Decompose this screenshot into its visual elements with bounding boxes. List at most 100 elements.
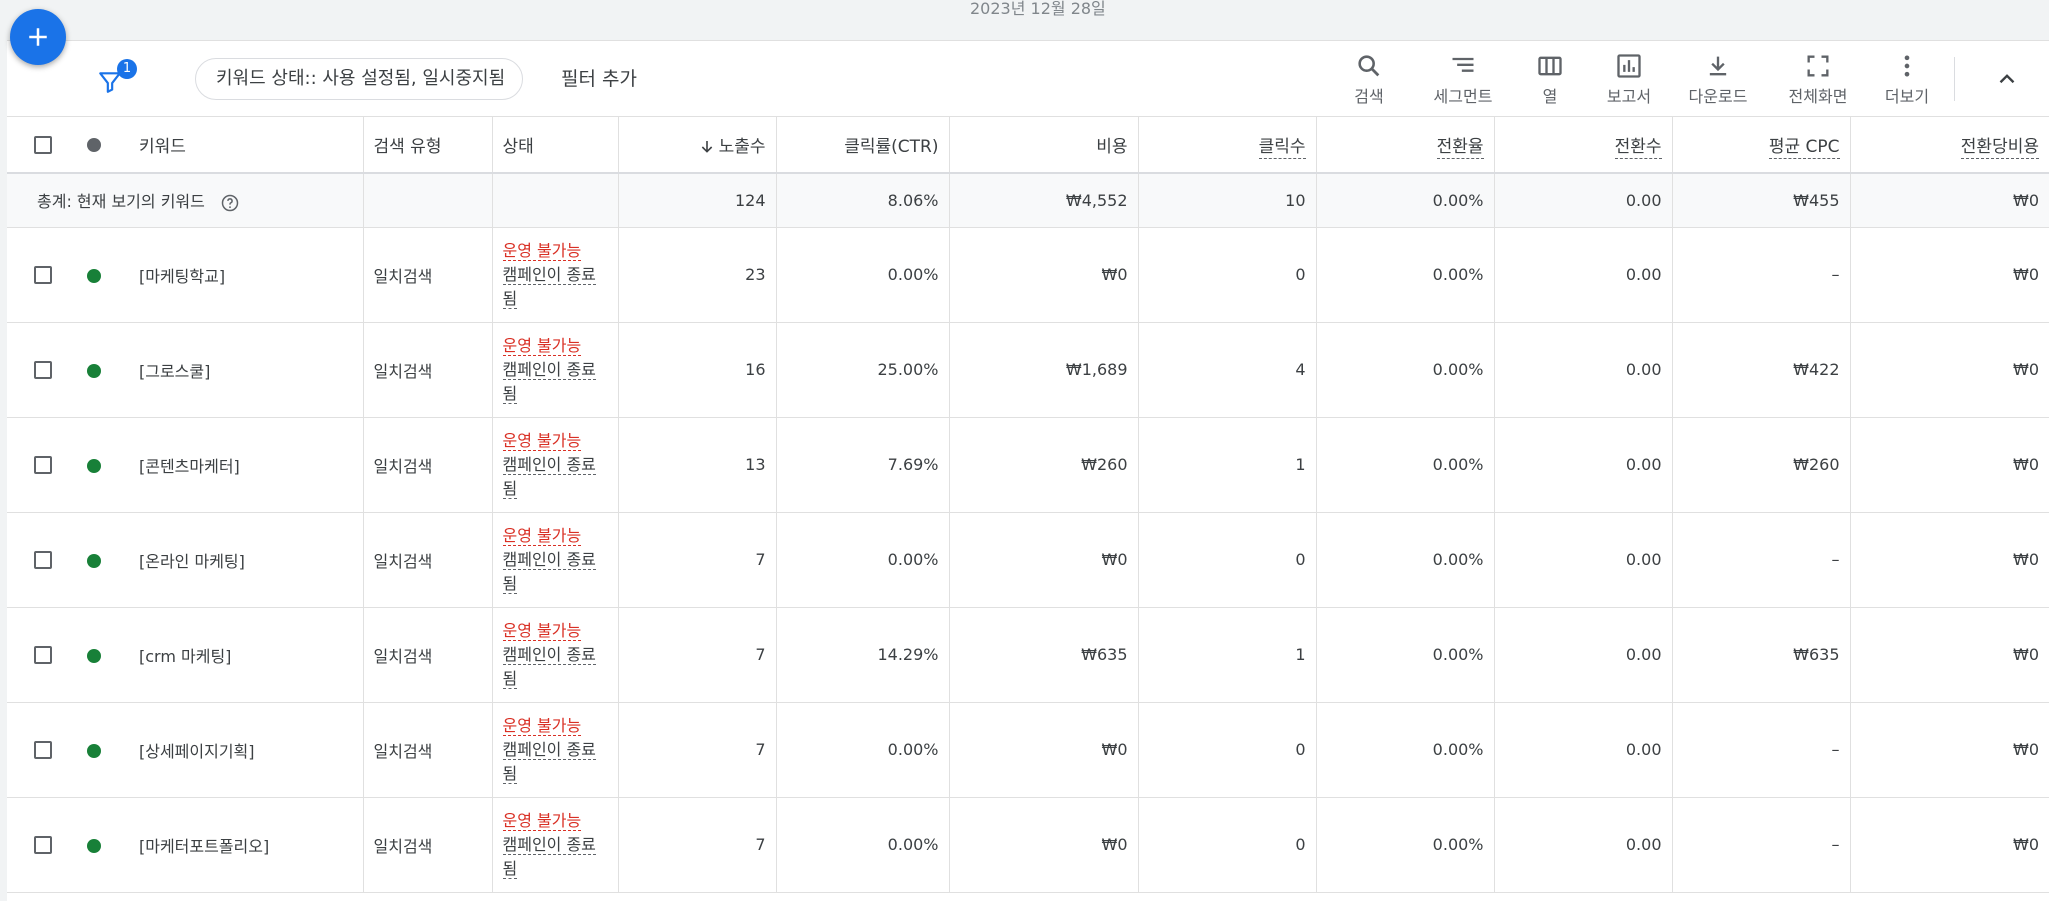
row-checkbox[interactable] [34,266,52,285]
keyword-cell[interactable]: [상세페이지기획] [129,702,364,798]
status-detail[interactable]: 캠페인이 종료됨 [502,644,596,689]
keyword-text[interactable]: [콘텐츠마케터] [139,457,240,476]
avg-cpc-cell: ₩260 [1672,417,1851,513]
cost-per-conv-cell: ₩0 [1850,417,2049,513]
status-text[interactable]: 운영 불가능 [502,715,582,736]
total-status [492,173,619,228]
enabled-status-dot[interactable] [87,743,101,758]
keyword-cell[interactable]: [crm 마케팅] [129,607,364,703]
select-all-checkbox[interactable] [34,135,52,154]
row-checkbox[interactable] [34,741,52,760]
col-status[interactable]: 상태 [492,117,619,174]
row-status-dot-cell [79,322,129,418]
help-icon[interactable] [220,193,240,213]
collapse-button[interactable] [1991,63,2023,95]
row-checkbox[interactable] [34,551,52,570]
col-clicks[interactable]: 클릭수 [1138,117,1317,174]
keyword-text[interactable]: [그로스쿨] [139,362,210,381]
col-cost-per-conv[interactable]: 전환당비용 [1850,117,2049,174]
keyword-cell[interactable]: [콘텐츠마케터] [129,417,364,513]
keyword-cell[interactable]: [온라인 마케팅] [129,512,364,608]
ctr-cell: 0.00% [776,227,950,323]
enabled-status-dot[interactable] [87,648,101,663]
impressions-cell: 7 [618,607,777,703]
date-range[interactable]: 2023년 12월 28일 [970,0,1106,18]
status-detail[interactable]: 캠페인이 종료됨 [502,739,596,784]
enabled-status-dot[interactable] [87,838,101,853]
conv-rate-cell: 0.00% [1316,417,1495,513]
row-checkbox[interactable] [34,456,52,475]
ctr-cell: 7.69% [776,417,950,513]
reports-button[interactable]: 보고서 [1602,51,1656,111]
row-checkbox[interactable] [34,646,52,665]
columns-button[interactable]: 열 [1532,51,1568,111]
col-impressions-label: 노출수 [718,137,766,157]
status-detail[interactable]: 캠페인이 종료됨 [502,549,596,594]
table-row: [콘텐츠마케터] 일치검색 운영 불가능 캠페인이 종료됨 13 7.69% ₩2… [7,417,2049,513]
row-select-cell [7,702,79,798]
status-detail[interactable]: 캠페인이 종료됨 [502,454,596,499]
col-keyword-label: 키워드 [139,137,186,157]
status-detail[interactable]: 캠페인이 종료됨 [502,359,596,404]
status-text[interactable]: 운영 불가능 [502,430,582,451]
create-button[interactable] [10,9,66,65]
enabled-status-dot[interactable] [87,458,101,473]
conversions-cell: 0.00 [1494,607,1673,703]
status-detail[interactable]: 캠페인이 종료됨 [502,834,596,879]
status-text[interactable]: 운영 불가능 [502,810,582,831]
col-avg-cpc-label: 평균 CPC [1768,137,1840,159]
col-keyword[interactable]: 키워드 [129,117,364,174]
status-cell: 운영 불가능캠페인이 종료됨 [492,607,619,703]
col-conversions[interactable]: 전환수 [1494,117,1673,174]
ctr-cell: 0.00% [776,512,950,608]
enabled-status-dot[interactable] [87,553,101,568]
filter-chip-keyword-status[interactable]: 키워드 상태:: 사용 설정됨, 일시중지됨 [195,58,523,100]
row-select-cell [7,322,79,418]
row-checkbox[interactable] [34,361,52,380]
filter-button[interactable]: 1 [97,59,141,99]
fullscreen-label: 전체화면 [1788,87,1848,106]
status-text[interactable]: 운영 불가능 [502,240,582,261]
conversions-cell: 0.00 [1494,512,1673,608]
conv-rate-cell: 0.00% [1316,607,1495,703]
keyword-cell[interactable]: [그로스쿨] [129,322,364,418]
total-cost-per-conv: ₩0 [1850,173,2049,228]
status-text[interactable]: 운영 불가능 [502,525,582,546]
row-select-cell [7,417,79,513]
enabled-status-dot[interactable] [87,268,101,283]
col-ctr[interactable]: 클릭률(CTR) [776,117,950,174]
enabled-status-dot[interactable] [87,363,101,378]
status-filter-dot[interactable] [87,137,101,152]
add-filter-button[interactable]: 필터 추가 [561,58,637,100]
keyword-text[interactable]: [crm 마케팅] [139,647,231,666]
conv-rate-cell: 0.00% [1316,512,1495,608]
col-match-type[interactable]: 검색 유형 [363,117,493,174]
status-text[interactable]: 운영 불가능 [502,335,582,356]
keyword-text[interactable]: [마케터포트폴리오] [139,837,269,856]
col-avg-cpc[interactable]: 평균 CPC [1672,117,1851,174]
row-checkbox[interactable] [34,836,52,855]
cost-cell: ₩0 [949,512,1139,608]
fullscreen-button[interactable]: 전체화면 [1782,51,1854,111]
clicks-cell: 0 [1138,512,1317,608]
keyword-text[interactable]: [상세페이지기획] [139,742,255,761]
avg-cpc-cell: ₩635 [1672,607,1851,703]
keyword-cell[interactable]: [마케터포트폴리오] [129,797,364,893]
columns-icon [1538,56,1562,76]
search-button[interactable]: 검색 [1347,51,1391,111]
avg-cpc-cell: – [1672,512,1851,608]
keyword-text[interactable]: [온라인 마케팅] [139,552,245,571]
col-conv-rate[interactable]: 전환율 [1316,117,1495,174]
conversions-cell: 0.00 [1494,322,1673,418]
download-button[interactable]: 다운로드 [1682,51,1754,111]
impressions-cell: 13 [618,417,777,513]
col-impressions[interactable]: 노출수 [618,117,777,174]
more-button[interactable]: 더보기 [1880,51,1934,111]
segment-button[interactable]: 세그먼트 [1427,51,1499,111]
status-text[interactable]: 운영 불가능 [502,620,582,641]
keyword-cell[interactable]: [마케팅학교] [129,227,364,323]
status-detail[interactable]: 캠페인이 종료됨 [502,264,596,309]
cost-cell: ₩635 [949,607,1139,703]
keyword-text[interactable]: [마케팅학교] [139,267,225,286]
col-cost[interactable]: 비용 [949,117,1139,174]
